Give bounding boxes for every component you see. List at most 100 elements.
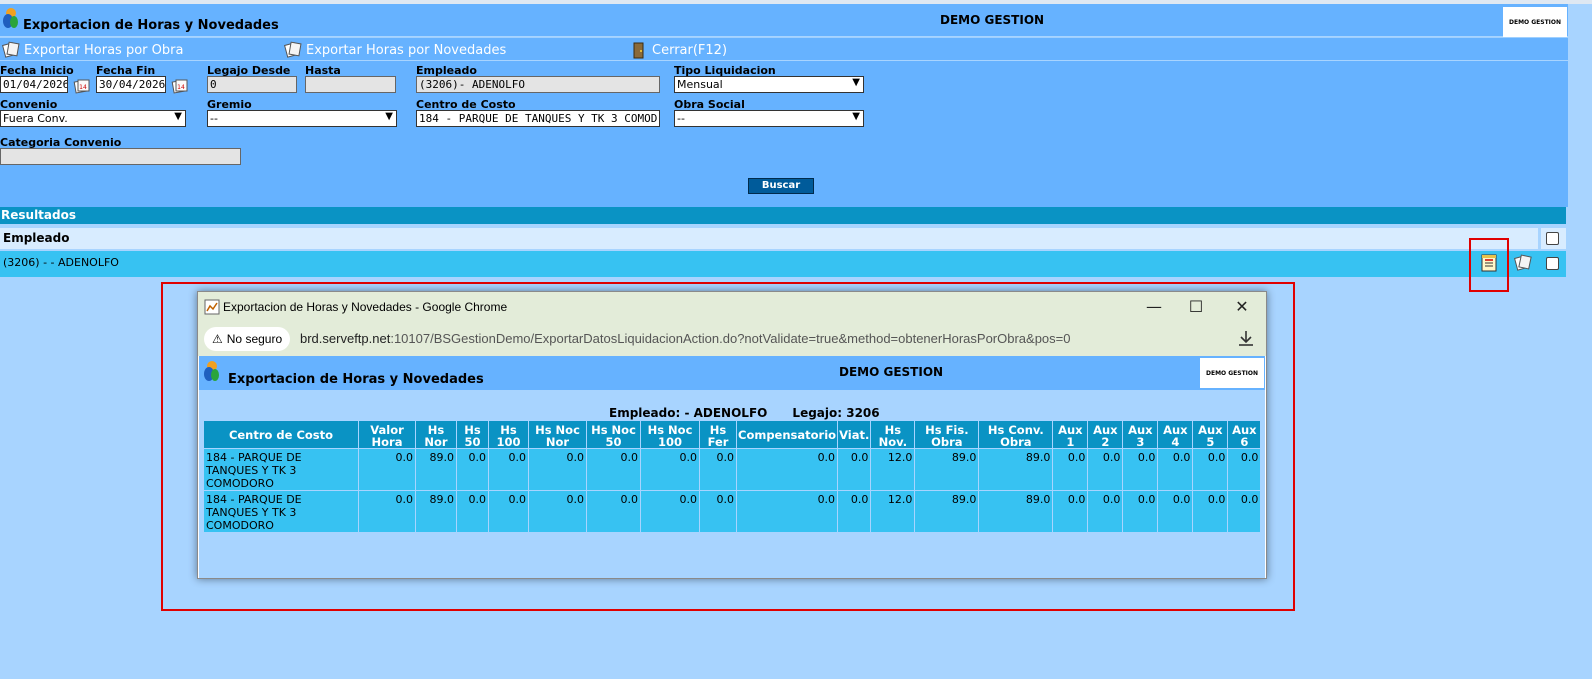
export-icon [2,41,20,58]
table-cell: 184 - PARQUE DE TANQUES Y TK 3 COMODORO [204,491,358,532]
export-hours-by-obra-label: Exportar Horas por Obra [24,42,184,58]
table-cell: 0.0 [529,491,586,532]
obra-social-value: -- [677,112,685,125]
table-cell: 0.0 [1053,449,1088,490]
security-label: No seguro [226,332,283,346]
app-logo-icon [204,361,219,381]
export-hours-by-novedades-label: Exportar Horas por Novedades [306,42,507,58]
download-icon[interactable] [1236,328,1256,348]
popup-window-title: Exportacion de Horas y Novedades - Googl… [223,300,508,314]
security-indicator[interactable]: ⚠ No seguro [204,327,291,351]
table-cell: 0.0 [641,491,699,532]
toolbar: Exportar Horas por Obra Exportar Horas p… [0,37,1568,60]
export-hours-by-novedades-button[interactable]: Exportar Horas por Novedades [284,41,506,59]
maximize-button[interactable]: ☐ [1176,295,1216,319]
results-title: Resultados [0,207,1566,224]
table-cell: 0.0 [1193,491,1228,532]
table-cell: 0.0 [587,491,640,532]
legajo-desde-input[interactable]: 0 [207,76,297,93]
close-icon: ✕ [1235,297,1249,316]
legajo-label: Legajo: 3206 [792,406,880,420]
maximize-icon: ☐ [1188,297,1204,316]
gremio-value: -- [210,112,218,125]
convenio-value: Fuera Conv. [3,112,68,125]
table-cell: 0.0 [1123,491,1158,532]
minimize-icon: — [1146,297,1162,316]
employee-info: Empleado: - ADENOLFO Legajo: 3206 [609,406,880,420]
table-cell: 0.0 [587,449,640,490]
hasta-input[interactable] [305,76,396,93]
categoria-convenio-input[interactable] [0,148,241,165]
close-window-button[interactable]: ✕ [1222,295,1262,319]
centro-costo-input[interactable]: 184 - PARQUE DE TANQUES Y TK 3 COMOD [416,110,660,127]
row-checkbox[interactable] [1546,257,1559,270]
empleado-input[interactable]: (3206)- ADENOLFO [416,76,660,93]
fecha-fin-input[interactable]: 30/04/2026 [96,76,166,93]
column-header: Hs Nor [416,421,456,448]
door-icon [633,42,644,59]
calendar-icon[interactable]: 14 [73,77,91,95]
brand-logo: DEMO GESTION [1503,7,1567,37]
fecha-inicio-input[interactable]: 01/04/2026 [0,76,68,93]
column-header: Valor Hora [359,421,415,448]
minimize-button[interactable]: — [1134,295,1174,319]
highlight-box [1469,238,1509,292]
column-header: Hs Fer [700,421,736,448]
column-header: Hs Nov. [871,421,915,448]
address-bar: ⚠ No seguro brd.serveftp.net:10107/BSGes… [198,322,1266,356]
table-cell: 0.0 [359,491,415,532]
table-cell: 89.0 [416,449,456,490]
search-button[interactable]: Buscar [748,178,814,194]
table-cell: 0.0 [1123,449,1158,490]
chevron-down-icon: ▼ [852,111,860,122]
popup-content: Exportacion de Horas y Novedades DEMO GE… [199,356,1265,578]
column-header: Centro de Costo [204,421,358,448]
select-all-cell [1541,228,1566,249]
table-cell: 0.0 [641,449,699,490]
column-header: Hs Noc 100 [641,421,699,448]
gremio-select[interactable]: -- ▼ [207,110,397,127]
column-header: Aux 5 [1193,421,1228,448]
chevron-down-icon: ▼ [174,111,182,122]
table-cell: 0.0 [737,449,838,490]
filters-panel: Fecha Inicio 01/04/2026 14 Fecha Fin 30/… [0,61,1568,207]
employee-label: Empleado: - ADENOLFO [609,406,768,420]
table-row[interactable]: (3206) - - ADENOLFO [0,251,1566,277]
convenio-select[interactable]: Fuera Conv. ▼ [0,110,186,127]
table-cell: 0.0 [489,491,528,532]
table-cell: 89.0 [979,449,1053,490]
table-cell: 0.0 [489,449,528,490]
table-cell: 12.0 [871,449,915,490]
table-cell: 0.0 [700,449,736,490]
table-cell: 0.0 [1228,491,1261,532]
table-row: 184 - PARQUE DE TANQUES Y TK 3 COMODORO … [204,491,1261,532]
table-cell: 0.0 [1228,449,1261,490]
page-icon [204,299,220,315]
results-column-header: Empleado [0,228,1538,249]
export-icon[interactable] [1513,253,1533,273]
url-path: :10107/BSGestionDemo/ExportarDatosLiquid… [390,331,1071,346]
column-header: Hs Noc 50 [587,421,640,448]
popup-company-name: DEMO GESTION [839,365,944,379]
popup-header: Exportacion de Horas y Novedades DEMO GE… [199,356,1265,390]
calendar-icon[interactable]: 14 [171,77,189,95]
table-cell: 0.0 [1088,491,1123,532]
url-field[interactable]: brd.serveftp.net:10107/BSGestionDemo/Exp… [300,331,1071,346]
close-button[interactable]: Cerrar(F12) [630,41,727,59]
obra-social-select[interactable]: -- ▼ [674,110,864,127]
result-employee: (3206) - - ADENOLFO [3,256,119,269]
chevron-down-icon: ▼ [385,111,393,122]
hours-table: Centro de Costo Valor Hora Hs Nor Hs 50 … [203,420,1261,533]
table-cell: 0.0 [700,491,736,532]
table-cell: 0.0 [1158,491,1193,532]
column-header: Hs Fis. Obra [915,421,979,448]
table-cell: 89.0 [915,491,979,532]
tipo-liquidacion-select[interactable]: Mensual ▼ [674,76,864,93]
export-hours-by-obra-button[interactable]: Exportar Horas por Obra [2,41,183,59]
table-cell: 0.0 [838,449,871,490]
table-cell: 0.0 [359,449,415,490]
column-header: Aux 6 [1228,421,1261,448]
chevron-down-icon: ▼ [852,77,860,88]
select-all-checkbox[interactable] [1546,232,1559,245]
table-cell: 0.0 [529,449,586,490]
